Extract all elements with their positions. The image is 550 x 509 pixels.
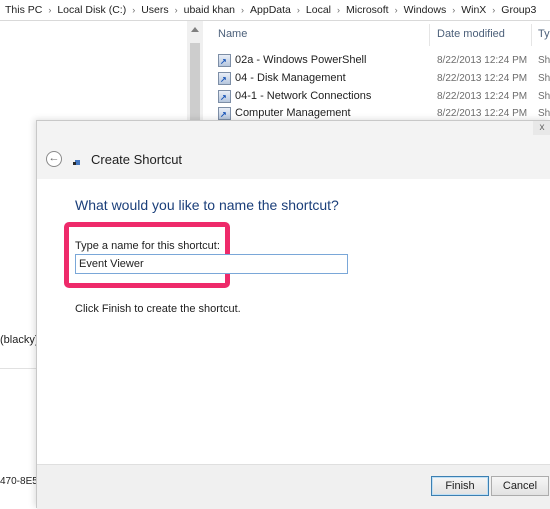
file-name: 04-1 - Network Connections — [235, 90, 372, 102]
chevron-right-icon[interactable]: › — [126, 5, 136, 15]
column-headers: Name Date modified Typ — [205, 24, 550, 46]
chevron-right-icon[interactable]: › — [389, 5, 399, 15]
shortcut-icon: ↗ — [218, 107, 231, 120]
breadcrumb-item[interactable]: Users — [136, 4, 168, 16]
page-heading: What would you like to name the shortcut… — [75, 197, 339, 213]
nav-text-partial: 470-8E5 — [0, 476, 38, 487]
back-arrow-icon[interactable]: ← — [46, 151, 62, 167]
column-header-date-modified[interactable]: Date modified — [437, 28, 505, 40]
dialog-footer: Finish Cancel — [37, 464, 550, 509]
file-row[interactable]: ↗ 04-1 - Network Connections 8/22/2013 1… — [205, 89, 550, 106]
finish-button[interactable]: Finish — [431, 476, 489, 496]
column-divider[interactable] — [531, 24, 532, 46]
chevron-right-icon[interactable]: › — [235, 5, 245, 15]
breadcrumb-item[interactable]: Local — [301, 4, 331, 16]
create-shortcut-dialog: x ← Create Shortcut What would you like … — [36, 120, 550, 509]
vertical-scrollbar[interactable] — [187, 21, 203, 123]
chevron-right-icon[interactable]: › — [169, 5, 179, 15]
chevron-right-icon[interactable]: › — [42, 5, 52, 15]
file-name: Computer Management — [235, 107, 351, 119]
breadcrumb-item[interactable]: Local Disk (C:) — [52, 4, 126, 16]
column-header-type[interactable]: Typ — [538, 28, 550, 40]
finish-hint-text: Click Finish to create the shortcut. — [75, 303, 241, 315]
file-date: 8/22/2013 12:24 PM — [437, 91, 528, 102]
file-date: 8/22/2013 12:24 PM — [437, 73, 528, 84]
column-header-name[interactable]: Name — [218, 28, 247, 40]
file-date: 8/22/2013 12:24 PM — [437, 108, 528, 119]
divider — [0, 368, 36, 369]
close-button[interactable]: x — [533, 121, 550, 135]
nav-item-partial[interactable]: (blacky) — [0, 334, 39, 346]
chevron-right-icon[interactable]: › — [446, 5, 456, 15]
file-type: Sho — [538, 91, 550, 102]
dialog-titlebar: x ← Create Shortcut — [37, 121, 550, 179]
breadcrumb-item[interactable]: Group3 — [496, 4, 536, 16]
file-type: Sho — [538, 73, 550, 84]
file-date: 8/22/2013 12:24 PM — [437, 55, 528, 66]
scroll-up-arrow-icon[interactable] — [191, 27, 199, 32]
breadcrumb-item[interactable]: AppData — [245, 4, 291, 16]
file-row[interactable]: ↗ 04 - Disk Management 8/22/2013 12:24 P… — [205, 71, 550, 88]
file-name: 04 - Disk Management — [235, 72, 346, 84]
file-row[interactable]: ↗ 02a - Windows PowerShell 8/22/2013 12:… — [205, 53, 550, 70]
shortcut-icon: ↗ — [218, 54, 231, 67]
breadcrumb-item[interactable]: Windows — [399, 4, 447, 16]
column-divider[interactable] — [429, 24, 430, 46]
dialog-body: What would you like to name the shortcut… — [37, 179, 550, 464]
breadcrumb-item[interactable]: WinX — [456, 4, 486, 16]
scrollbar-thumb[interactable] — [190, 43, 200, 123]
breadcrumb-item[interactable]: This PC — [0, 4, 42, 16]
file-type: Sho — [538, 55, 550, 66]
dialog-title: Create Shortcut — [91, 152, 183, 167]
chevron-right-icon[interactable]: › — [486, 5, 496, 15]
shortcut-icon: ↗ — [218, 72, 231, 85]
breadcrumb-item[interactable]: ubaid khan — [179, 4, 235, 16]
file-type: Sho — [538, 108, 550, 119]
breadcrumb: This PC › Local Disk (C:) › Users › ubaid k… — [0, 0, 550, 21]
shortcut-name-label: Type a name for this shortcut: — [75, 240, 220, 252]
file-name: 02a - Windows PowerShell — [235, 54, 367, 66]
breadcrumb-item[interactable]: Microsoft — [341, 4, 389, 16]
chevron-right-icon[interactable]: › — [291, 5, 301, 15]
cancel-button[interactable]: Cancel — [491, 476, 549, 496]
shortcut-wizard-icon — [73, 156, 83, 166]
shortcut-name-input[interactable] — [75, 254, 348, 274]
chevron-right-icon[interactable]: › — [331, 5, 341, 15]
shortcut-icon: ↗ — [218, 90, 231, 103]
